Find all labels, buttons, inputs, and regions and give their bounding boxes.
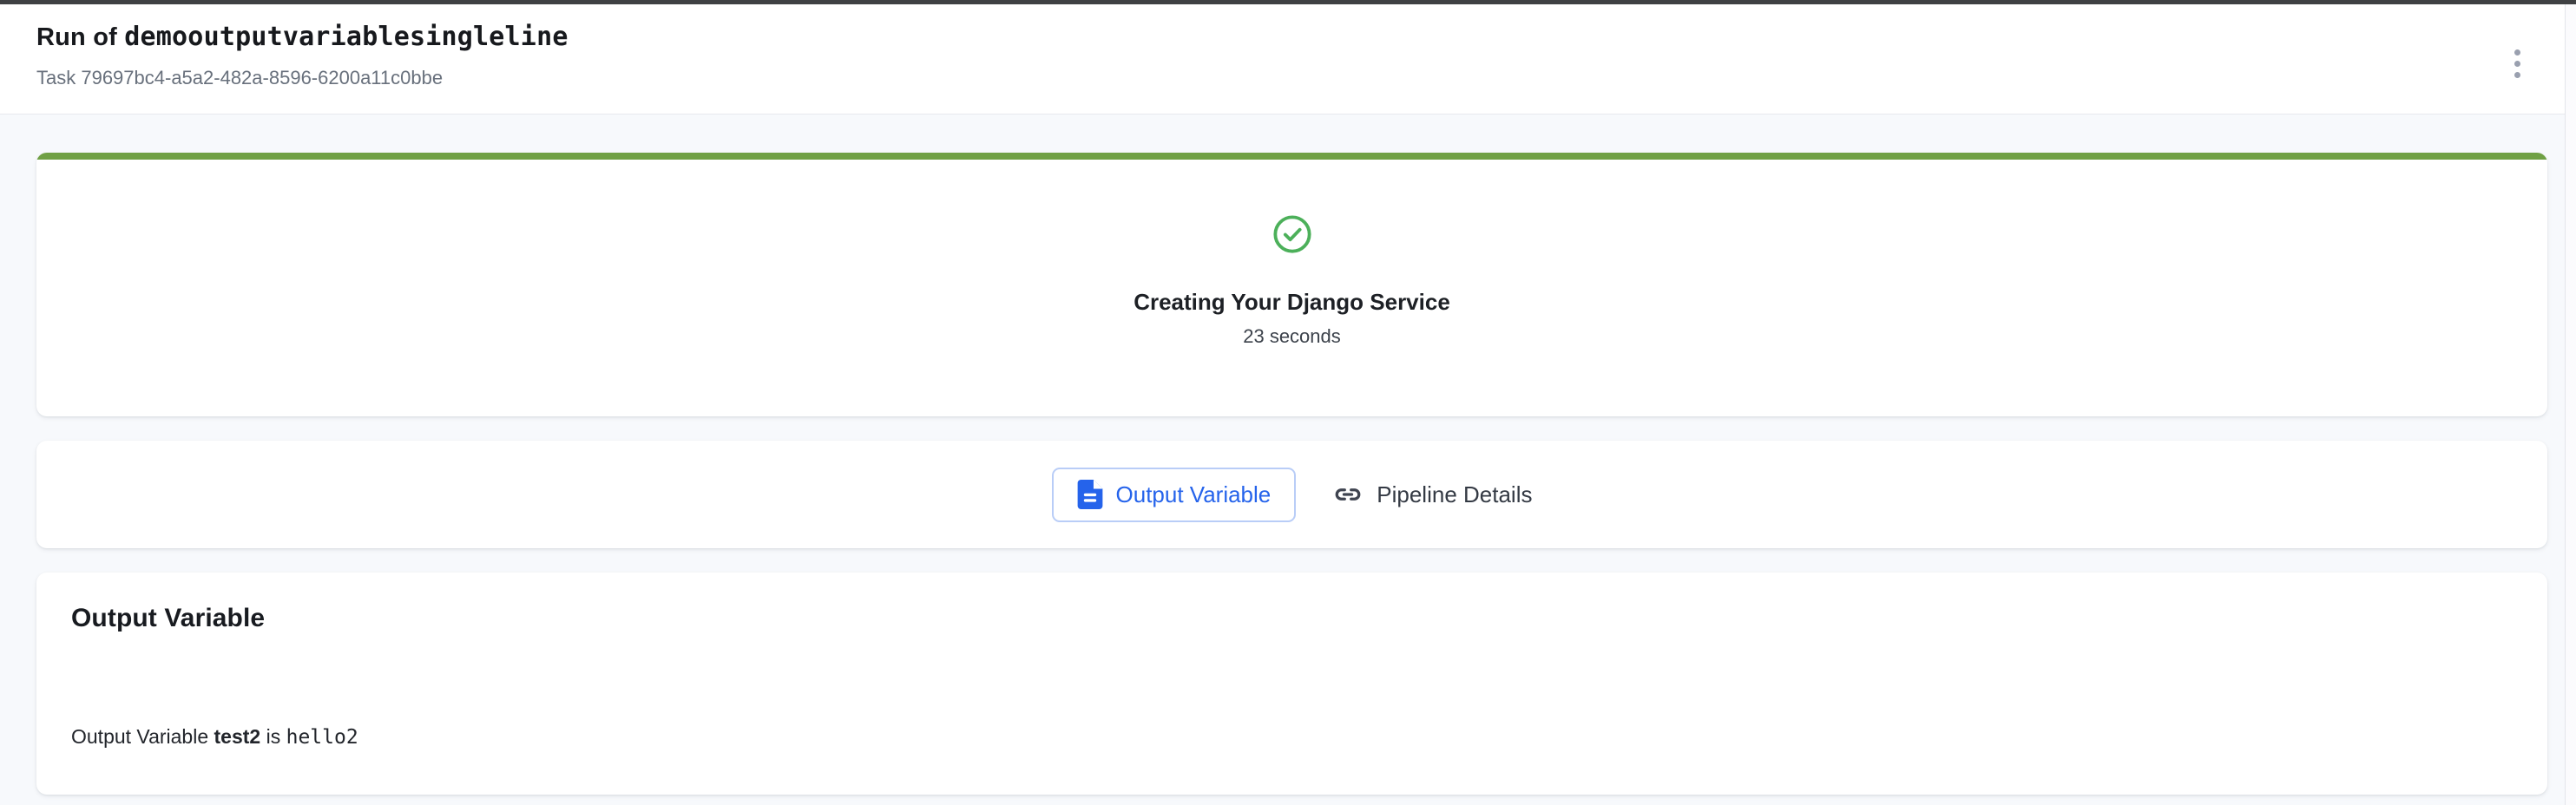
output-line-middle: is xyxy=(260,725,286,748)
tabs-card: Output Variable Pipeline Details xyxy=(36,441,2547,548)
link-icon xyxy=(1332,479,1364,510)
output-variable-line: Output Variable test2 is hello2 xyxy=(71,725,2513,749)
output-variable-heading: Output Variable xyxy=(71,604,2513,633)
output-variable-card: Output Variable Output Variable test2 is… xyxy=(36,573,2547,795)
page-header: Run of demooutputvariablesingleline Task… xyxy=(0,4,2576,115)
task-id-subtitle: Task 79697bc4-a5a2-482a-8596-6200a11c0bb… xyxy=(36,67,2524,89)
kebab-menu-icon xyxy=(2514,49,2520,56)
variable-value: hello2 xyxy=(286,726,358,749)
tab-pipeline-details-label: Pipeline Details xyxy=(1377,481,1532,508)
tab-output-variable-label: Output Variable xyxy=(1116,481,1272,508)
status-duration: 23 seconds xyxy=(1243,325,1341,348)
scrollbar[interactable] xyxy=(2565,4,2576,805)
status-title: Creating Your Django Service xyxy=(1134,289,1450,316)
tab-output-variable[interactable]: Output Variable xyxy=(1052,468,1297,522)
status-card: Creating Your Django Service 23 seconds xyxy=(36,153,2547,416)
status-accent-bar xyxy=(36,153,2547,160)
page-title: Run of demooutputvariablesingleline xyxy=(36,20,2524,55)
check-circle-icon xyxy=(1272,214,1312,254)
variable-name: test2 xyxy=(214,725,261,748)
status-body: Creating Your Django Service 23 seconds xyxy=(36,160,2547,416)
overflow-menu-button[interactable] xyxy=(2500,43,2534,84)
output-line-prefix: Output Variable xyxy=(71,725,214,748)
page-title-prefix: Run of xyxy=(36,23,124,51)
pipeline-name: demooutputvariablesingleline xyxy=(124,22,568,52)
tab-pipeline-details[interactable]: Pipeline Details xyxy=(1332,479,1532,510)
main-content: Creating Your Django Service 23 seconds … xyxy=(0,153,2576,795)
document-icon xyxy=(1077,480,1103,509)
